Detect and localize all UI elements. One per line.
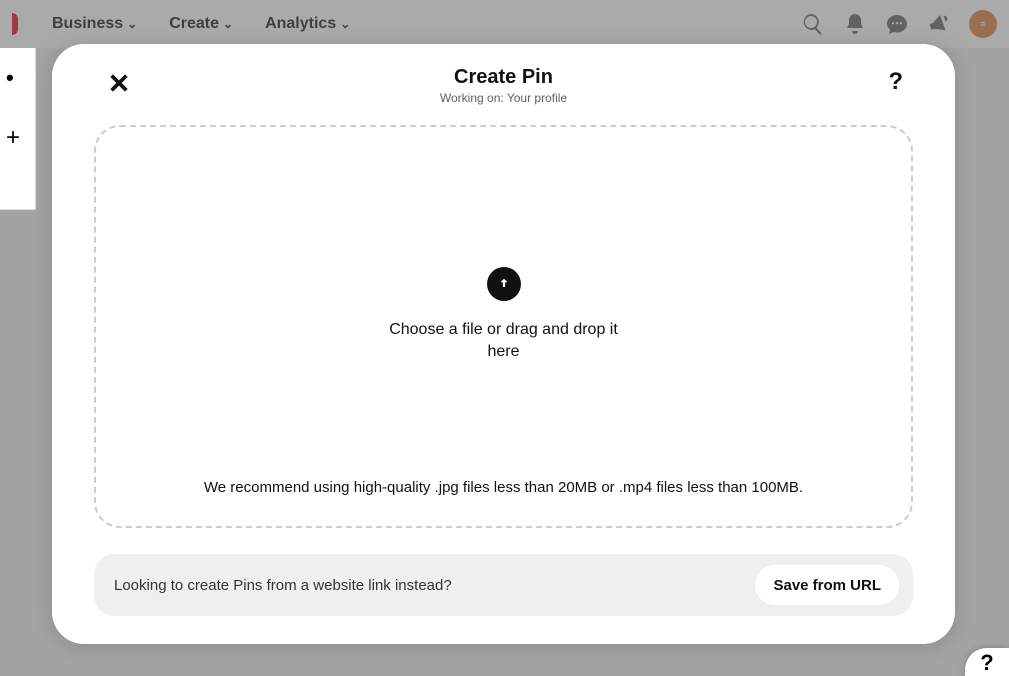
sidebar-fragment: • +: [0, 48, 36, 210]
modal-header: Create Pin Working on: Your profile ?: [94, 66, 913, 105]
close-button[interactable]: [104, 68, 134, 101]
modal-subtitle: Working on: Your profile: [94, 91, 913, 105]
dropzone-text: Choose a file or drag and drop it here: [384, 319, 624, 364]
close-icon: [108, 72, 130, 94]
help-button[interactable]: ?: [888, 68, 903, 96]
url-bar: Looking to create Pins from a website li…: [94, 554, 913, 616]
upload-dropzone[interactable]: Choose a file or drag and drop it here W…: [94, 125, 913, 528]
help-icon: ?: [888, 68, 903, 95]
save-from-url-button[interactable]: Save from URL: [755, 565, 899, 605]
sidebar-plus[interactable]: +: [0, 108, 35, 168]
modal-title: Create Pin: [94, 66, 913, 89]
dropzone-recommendation: We recommend using high-quality .jpg fil…: [96, 479, 911, 496]
upload-icon: [487, 267, 521, 301]
url-bar-text: Looking to create Pins from a website li…: [114, 577, 452, 594]
help-icon: ?: [980, 650, 993, 676]
create-pin-modal: Create Pin Working on: Your profile ? Ch…: [52, 44, 955, 644]
sidebar-dot[interactable]: •: [0, 48, 35, 108]
